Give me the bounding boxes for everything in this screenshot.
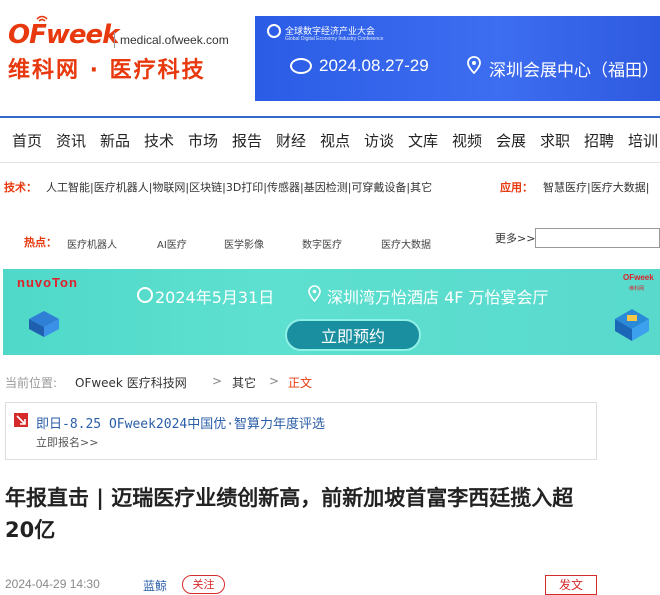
promo-title[interactable]: 即日-8.25 OFweek2024中国优·智算力年度评选: [36, 413, 325, 432]
nav-item-tech[interactable]: 技术: [144, 130, 174, 151]
conference-date: 2024.08.27-29: [319, 56, 429, 75]
conference-title-en: Global Digital Economy Industry Conferen…: [285, 36, 384, 42]
nav-item-video[interactable]: 视频: [452, 130, 482, 151]
breadcrumb-separator: >: [212, 374, 223, 388]
conference-logo-icon: [267, 24, 281, 38]
ad-ofweek-sub: 维科网: [629, 286, 645, 292]
nav-item-recruit[interactable]: 招聘: [584, 130, 614, 151]
hot-item-robot[interactable]: 医疗机器人: [67, 236, 117, 251]
location-pin-icon: [308, 285, 321, 302]
hot-item-digital[interactable]: 数字医疗: [302, 236, 342, 251]
ad-venue: 深圳湾万怡酒店 4F 万怡宴会厅: [327, 288, 549, 307]
nav-divider: [0, 162, 660, 163]
publish-date: 2024-04-29 14:30: [5, 577, 100, 591]
event-ad-banner[interactable]: nuvoTon 2024年5月31日 深圳湾万怡酒店 4F 万怡宴会厅 立即预约…: [3, 269, 660, 355]
breadcrumb-label: 当前位置:: [5, 376, 58, 390]
breadcrumb-site[interactable]: OFweek 医疗科技网: [75, 374, 187, 391]
hot-label: 热点：: [24, 236, 57, 249]
site-domain: medical.ofweek.com: [120, 33, 229, 47]
logo-divider: [114, 32, 115, 48]
conference-banner[interactable]: 全球数字经济产业大会 Global Digital Economy Indust…: [255, 16, 660, 101]
nuvoton-logo: nuvoTon: [17, 275, 78, 290]
article-meta: 2024-04-29 14:30 蓝鲸 关注 发文: [5, 575, 660, 595]
breadcrumb-category[interactable]: 其它: [232, 374, 256, 391]
breadcrumb-separator: >: [269, 374, 280, 388]
hot-item-imaging[interactable]: 医学影像: [224, 236, 264, 251]
calendar-icon: [290, 58, 312, 74]
main-nav: 首页 资讯 新品 技术 市场 报告 财经 视点 访谈 文库 视频 会展 求职 招…: [0, 130, 660, 154]
tech-category-row: 技术： 人工智能|医疗机器人|物联网|区块链|3D打印|传感器|基因检测|可穿戴…: [4, 179, 660, 197]
location-pin-icon: [467, 56, 481, 74]
breadcrumb-current: 正文: [288, 376, 313, 390]
reserve-button[interactable]: 立即预约: [285, 319, 421, 351]
clock-icon: [137, 287, 153, 303]
nav-item-products[interactable]: 新品: [100, 130, 130, 151]
nav-item-market[interactable]: 市场: [188, 130, 218, 151]
more-link[interactable]: 更多>>: [495, 230, 535, 246]
nav-item-training[interactable]: 培训: [628, 130, 658, 151]
nav-item-report[interactable]: 报告: [232, 130, 262, 151]
ofweek-logo[interactable]: OFweek: [8, 20, 119, 50]
follow-button[interactable]: 关注: [182, 575, 225, 594]
conference-venue: 深圳会展中心（福田）: [489, 61, 659, 81]
ad-date: 2024年5月31日: [155, 288, 275, 307]
wifi-logo-icon: [36, 15, 48, 22]
nav-item-finance[interactable]: 财经: [276, 130, 306, 151]
hot-topics-row: 热点： 医疗机器人 AI医疗 医学影像 数字医疗 医疗大数据 更多>>: [0, 228, 660, 256]
nav-item-exhibition[interactable]: 会展: [496, 130, 526, 151]
tech-links[interactable]: 人工智能|医疗机器人|物联网|区块链|3D打印|传感器|基因检测|可穿戴设备|其…: [46, 179, 432, 195]
site-name[interactable]: 维科网 · 医疗科技: [8, 52, 206, 84]
nav-item-viewpoint[interactable]: 视点: [320, 130, 350, 151]
nav-item-news[interactable]: 资讯: [56, 130, 86, 151]
author-link[interactable]: 蓝鲸: [143, 577, 167, 594]
nav-item-interview[interactable]: 访谈: [364, 130, 394, 151]
promo-register-link[interactable]: 立即报名>>: [36, 434, 98, 450]
arrow-badge-icon: [14, 413, 28, 427]
circuit-board-icon: [615, 309, 649, 341]
tech-label: 技术：: [4, 181, 37, 194]
nav-top-border: [0, 116, 660, 118]
chip-illustration-icon: [29, 311, 59, 337]
app-links[interactable]: 智慧医疗|医疗大数据|: [543, 179, 649, 195]
nav-item-home[interactable]: 首页: [12, 130, 42, 151]
hot-item-ai[interactable]: AI医疗: [157, 236, 187, 251]
search-input[interactable]: [535, 228, 660, 248]
post-article-button[interactable]: 发文: [545, 575, 597, 595]
app-label: 应用：: [500, 181, 533, 194]
nav-item-library[interactable]: 文库: [408, 130, 438, 151]
hot-item-bigdata[interactable]: 医疗大数据: [381, 236, 431, 251]
promo-box[interactable]: 即日-8.25 OFweek2024中国优·智算力年度评选 立即报名>>: [5, 402, 597, 460]
site-header: OFweek medical.ofweek.com 维科网 · 医疗科技 全球数…: [0, 0, 660, 110]
ad-ofweek-logo: OFweek: [623, 273, 654, 282]
article-title: 年报直击 | 迈瑞医疗业绩创新高，前新加坡首富李西廷揽入超20亿: [5, 486, 574, 542]
nav-item-jobs[interactable]: 求职: [540, 130, 570, 151]
